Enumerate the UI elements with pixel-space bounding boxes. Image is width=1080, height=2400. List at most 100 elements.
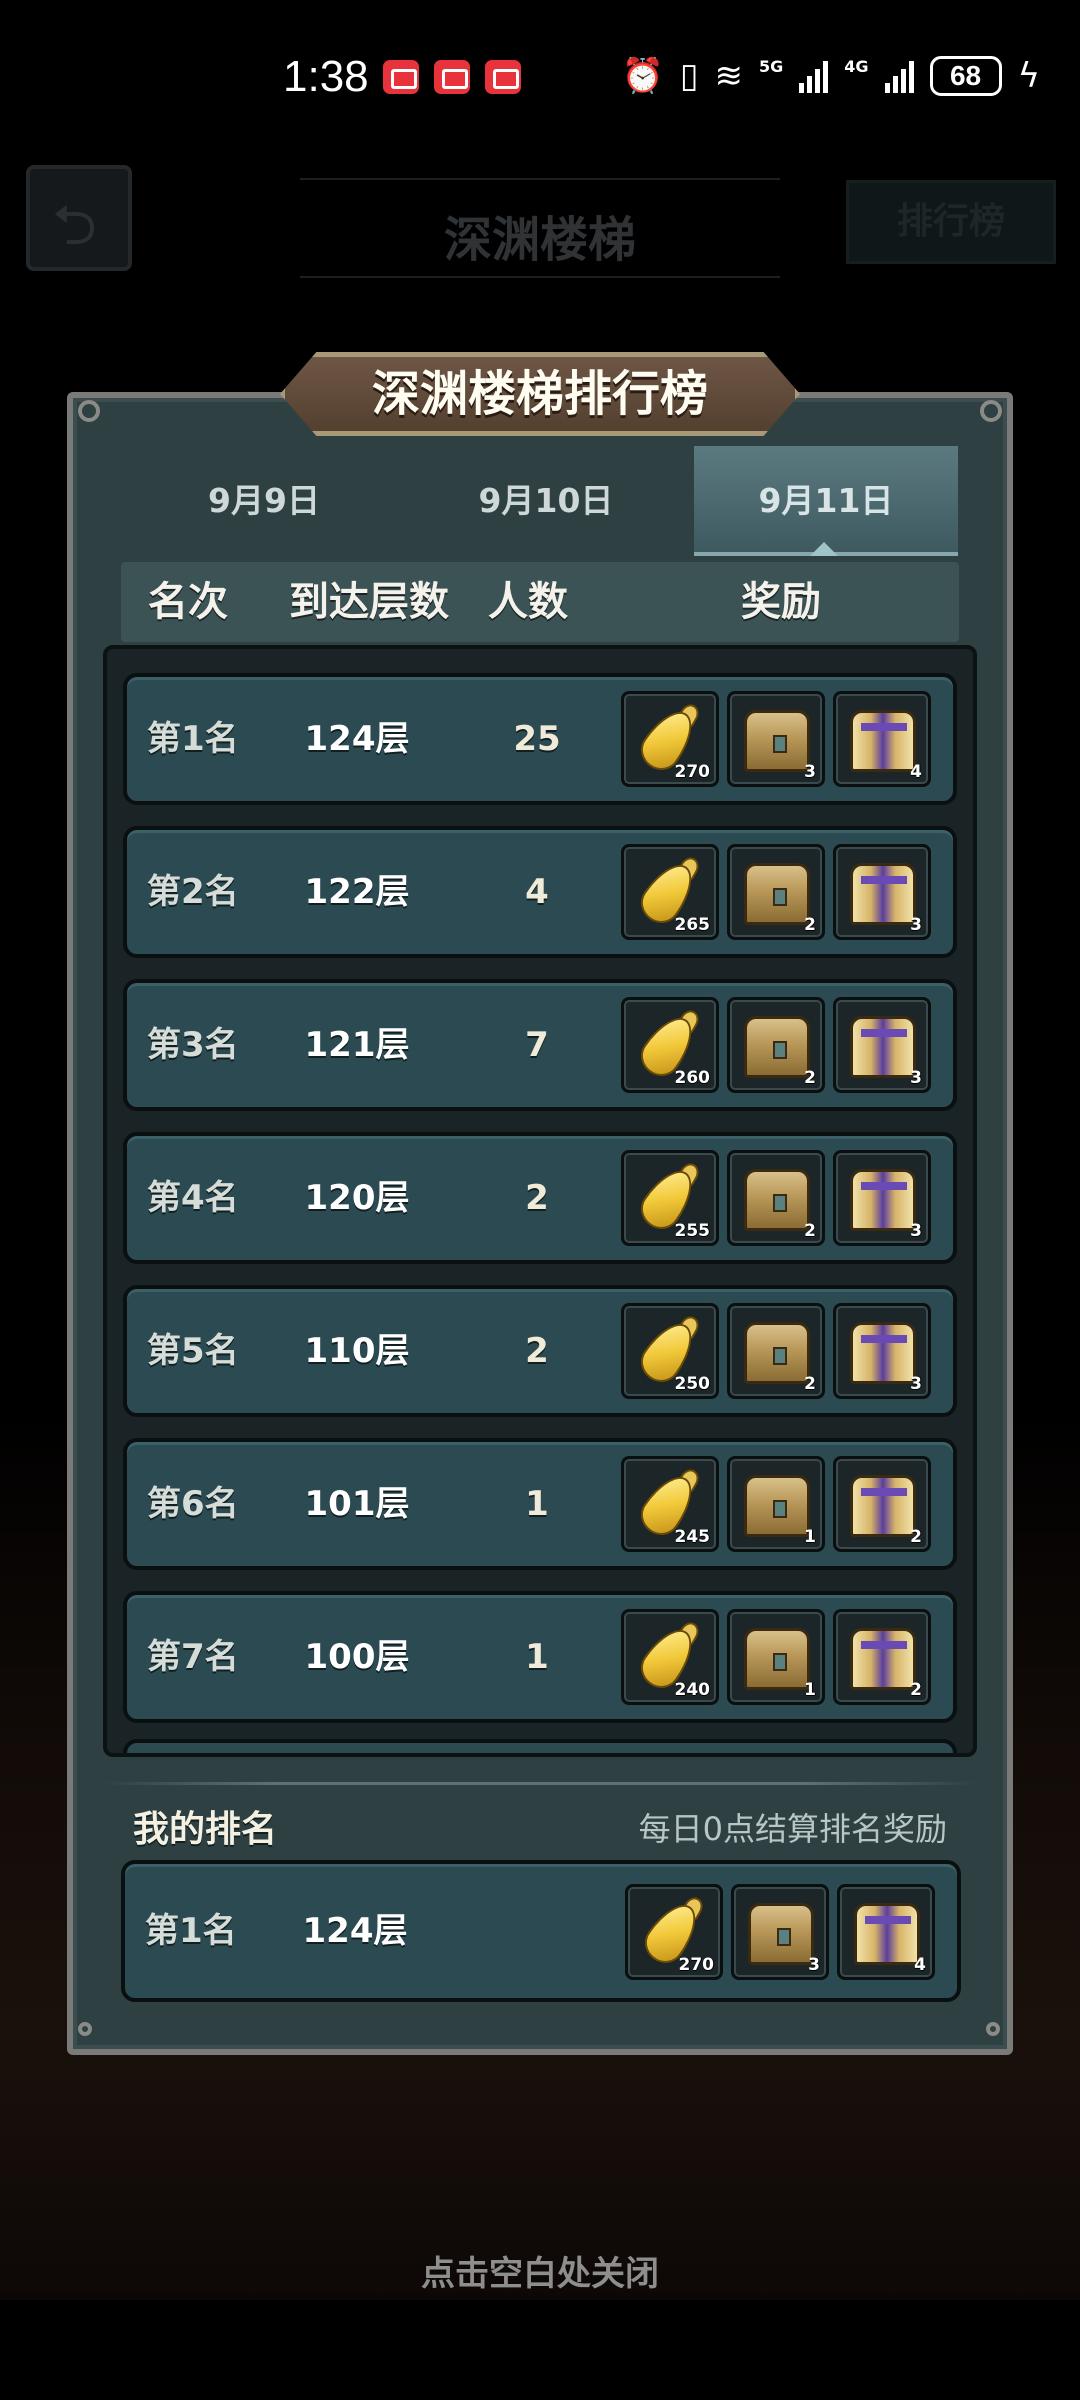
row-rank: 第5名 — [147, 1331, 239, 1371]
purple-chest-reward[interactable]: 3 — [833, 844, 931, 940]
ranking-row: 第2名 122层 4 265 2 3 — [123, 826, 957, 958]
reward-qty: 2 — [804, 1374, 816, 1394]
reward-qty: 3 — [804, 762, 816, 782]
reward-qty: 2 — [804, 915, 816, 935]
carrot-reward[interactable]: 260 — [621, 997, 719, 1093]
gold-chest-reward[interactable]: 2 — [727, 844, 825, 940]
gold-chest-reward[interactable]: 1 — [727, 1609, 825, 1705]
reward-qty: 3 — [910, 1374, 922, 1394]
tab-sep-11[interactable]: 9月11日 — [694, 446, 958, 556]
charging-icon: ϟ — [1017, 56, 1040, 96]
reward-qty: 3 — [910, 915, 922, 935]
row-count: 2 — [525, 1331, 549, 1371]
carrot-reward[interactable]: 240 — [621, 1609, 719, 1705]
signal-icon — [799, 59, 829, 93]
reward-qty: 3 — [910, 1068, 922, 1088]
tab-sep-10[interactable]: 9月10日 — [408, 446, 684, 556]
col-reward: 奖励 — [741, 579, 821, 625]
column-header: 名次 到达层数 人数 奖励 — [121, 562, 959, 642]
row-count: 1 — [525, 1637, 549, 1677]
reward-qty: 2 — [910, 1680, 922, 1700]
reward-qty: 4 — [914, 1955, 926, 1975]
purple-chest-icon — [850, 1016, 916, 1078]
purple-chest-reward[interactable]: 4 — [837, 1884, 935, 1980]
gold-chest-icon — [748, 1903, 814, 1965]
row-rank: 第3名 — [147, 1025, 239, 1065]
alarm-icon: ⏰ — [621, 56, 664, 96]
tab-pointer — [810, 542, 838, 556]
purple-chest-reward[interactable]: 3 — [833, 997, 931, 1093]
ranking-row: 第3名 121层 7 260 2 3 — [123, 979, 957, 1111]
purple-chest-icon — [850, 710, 916, 772]
reward-qty: 270 — [678, 1955, 715, 1975]
gold-chest-reward[interactable]: 2 — [727, 1303, 825, 1399]
gold-chest-reward[interactable]: 3 — [731, 1884, 829, 1980]
purple-chest-reward[interactable]: 2 — [833, 1456, 931, 1552]
col-count: 人数 — [488, 579, 568, 625]
vibrate-icon: ▯ — [679, 56, 699, 96]
purple-chest-reward[interactable]: 3 — [833, 1303, 931, 1399]
carrot-reward[interactable]: 250 — [621, 1303, 719, 1399]
ranking-list[interactable]: 第1名 124层 25 270 3 4 第2名 122层 4 265 2 3 第… — [103, 645, 977, 1757]
network-5g-label: 5G — [759, 56, 784, 76]
row-count: 1 — [525, 1484, 549, 1524]
carrot-reward[interactable]: 270 — [621, 691, 719, 787]
purple-chest-icon — [850, 1322, 916, 1384]
gold-chest-icon — [744, 1016, 810, 1078]
ranking-row: 第6名 101层 1 245 1 2 — [123, 1438, 957, 1570]
row-rank: 第7名 — [147, 1637, 239, 1677]
ranking-row: 第7名 100层 1 240 1 2 — [123, 1591, 957, 1723]
row-count: 2 — [525, 1178, 549, 1218]
reward-qty: 255 — [674, 1221, 711, 1241]
carrot-reward[interactable]: 255 — [621, 1150, 719, 1246]
gold-chest-icon — [744, 1628, 810, 1690]
ranking-row: 第1名 124层 25 270 3 4 — [123, 673, 957, 805]
ranking-row: 第4名 120层 2 255 2 3 — [123, 1132, 957, 1264]
panel-rivet — [78, 2022, 92, 2036]
carrot-reward[interactable]: 265 — [621, 844, 719, 940]
purple-chest-reward[interactable]: 4 — [833, 691, 931, 787]
status-icons: ⏰ ▯ ≋ 5G 4G 68 ϟ — [621, 54, 1040, 98]
gold-chest-reward[interactable]: 2 — [727, 1150, 825, 1246]
reward-qty: 3 — [910, 1221, 922, 1241]
carrot-reward[interactable]: 270 — [625, 1884, 723, 1980]
notification-icon — [383, 60, 419, 94]
wifi-icon: ≋ — [714, 56, 744, 96]
leaderboard-button[interactable]: 排行榜 — [846, 180, 1056, 264]
purple-chest-reward[interactable]: 3 — [833, 1150, 931, 1246]
gold-chest-reward[interactable]: 1 — [727, 1456, 825, 1552]
row-floor: 110层 — [304, 1331, 410, 1371]
row-floor: 120层 — [304, 1178, 410, 1218]
panel-rivet — [986, 2022, 1000, 2036]
gold-chest-reward[interactable]: 3 — [727, 691, 825, 787]
col-floor: 到达层数 — [289, 579, 449, 625]
status-time: 1:38 — [283, 52, 369, 101]
carrot-reward[interactable]: 245 — [621, 1456, 719, 1552]
page-title: 深渊楼梯 — [443, 212, 636, 268]
purple-chest-reward[interactable]: 2 — [833, 1609, 931, 1705]
gold-chest-reward[interactable]: 2 — [727, 997, 825, 1093]
back-button[interactable] — [26, 165, 132, 280]
purple-chest-icon — [850, 1169, 916, 1231]
row-rank: 第6名 — [147, 1484, 239, 1524]
gold-chest-icon — [744, 863, 810, 925]
gold-chest-icon — [744, 710, 810, 772]
notification-icon — [434, 60, 470, 94]
ranking-row-partial — [123, 1739, 957, 1753]
tab-sep-9[interactable]: 9月9日 — [126, 446, 402, 556]
signal-icon — [884, 59, 914, 93]
reward-qty: 245 — [674, 1527, 711, 1547]
my-rank-label: 我的排名 — [133, 1809, 278, 1850]
divider — [103, 1782, 977, 1785]
row-rank: 第1名 — [147, 719, 239, 759]
settlement-note: 每日0点结算排名奖励 — [638, 1810, 947, 1848]
col-rank: 名次 — [148, 579, 228, 625]
notification-icon — [485, 60, 521, 94]
gold-chest-icon — [744, 1322, 810, 1384]
close-hint[interactable]: 点击空白处关闭 — [0, 2246, 1080, 2295]
dialog-title: 深渊楼梯排行榜 — [371, 366, 708, 422]
reward-qty: 2 — [804, 1068, 816, 1088]
row-count: 4 — [525, 872, 549, 912]
reward-qty: 4 — [910, 762, 922, 782]
row-floor: 121层 — [304, 1025, 410, 1065]
